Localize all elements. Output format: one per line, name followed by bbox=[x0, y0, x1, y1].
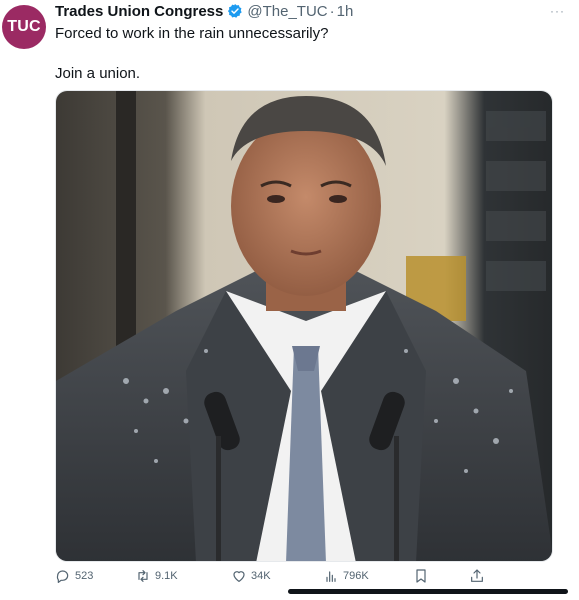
verified-badge-icon bbox=[228, 4, 243, 18]
retweet-button[interactable]: 9.1K bbox=[135, 568, 178, 584]
photo-illustration bbox=[56, 91, 552, 561]
timestamp[interactable]: 1h bbox=[337, 3, 354, 20]
like-count: 34K bbox=[251, 570, 271, 582]
share-button[interactable] bbox=[469, 568, 489, 584]
author-name[interactable]: Trades Union Congress bbox=[55, 3, 223, 20]
views-chart-icon bbox=[326, 571, 336, 582]
like-button[interactable]: 34K bbox=[231, 568, 271, 584]
views-button[interactable]: 796K bbox=[323, 568, 369, 584]
reply-count: 523 bbox=[75, 570, 94, 582]
tweet-photo[interactable] bbox=[55, 90, 553, 562]
heart-icon bbox=[233, 571, 245, 582]
tweet-header: Trades Union Congress @The_TUC · 1h bbox=[55, 1, 539, 21]
author-handle[interactable]: @The_TUC bbox=[247, 3, 327, 20]
tweet-text: Forced to work in the rain unnecessarily… bbox=[55, 24, 328, 84]
bookmark-button[interactable] bbox=[413, 568, 433, 584]
retweet-count: 9.1K bbox=[155, 570, 178, 582]
separator: · bbox=[329, 2, 335, 20]
views-count: 796K bbox=[343, 570, 369, 582]
reply-icon bbox=[56, 570, 69, 583]
reply-button[interactable]: 523 bbox=[55, 568, 93, 584]
avatar[interactable]: TUC bbox=[2, 5, 46, 49]
avatar-text: TUC bbox=[7, 18, 41, 35]
share-icon bbox=[471, 569, 483, 582]
action-bar: 523 9.1K 34K 796K bbox=[55, 568, 545, 588]
retweet-icon bbox=[138, 570, 148, 582]
more-options-button[interactable]: ··· bbox=[550, 4, 565, 18]
tweet-line: Join a union. bbox=[55, 65, 141, 82]
bookmark-icon bbox=[416, 569, 426, 583]
tweet-line: Forced to work in the rain unnecessarily… bbox=[55, 25, 329, 42]
home-indicator[interactable] bbox=[288, 589, 568, 594]
